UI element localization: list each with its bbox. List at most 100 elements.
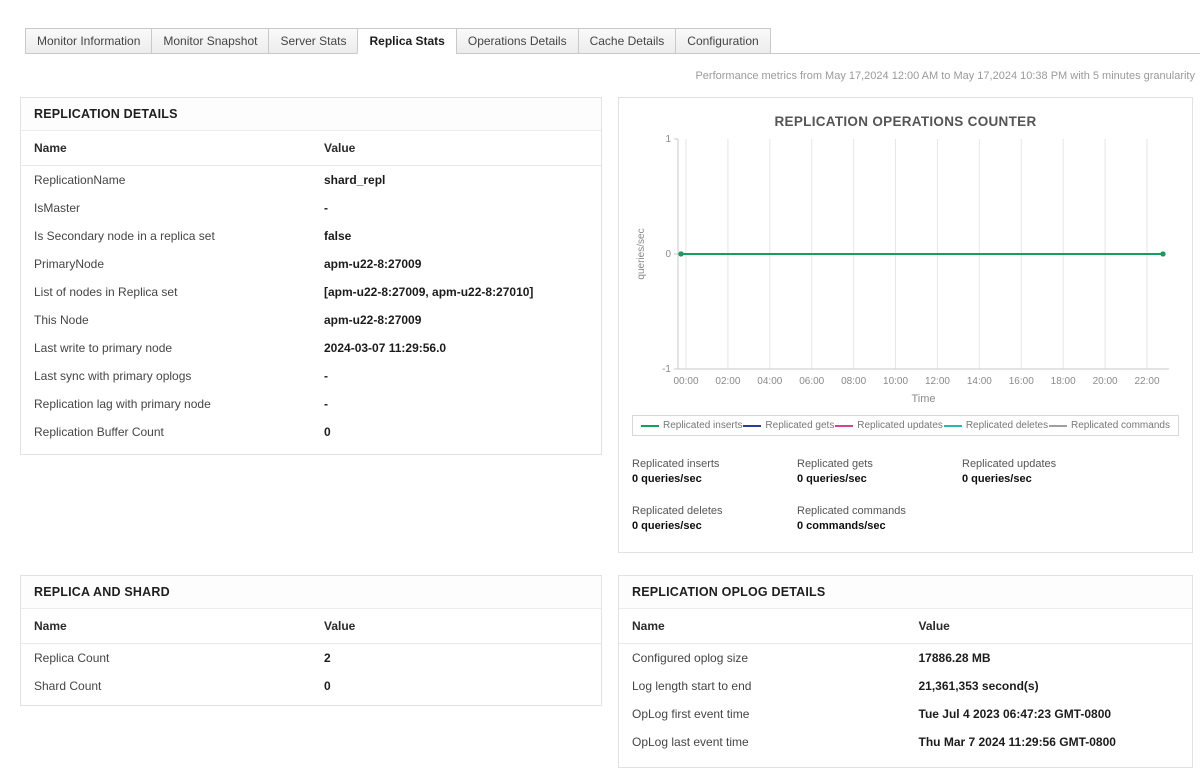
row-name: ReplicationName bbox=[21, 166, 311, 195]
table-row: Last sync with primary oplogs- bbox=[21, 362, 601, 390]
row-name: OpLog last event time bbox=[619, 728, 906, 756]
column-header-value: Value bbox=[311, 609, 601, 644]
table-header-row: Name Value bbox=[21, 131, 601, 166]
row-value: apm-u22-8:27009 bbox=[311, 306, 601, 334]
stat-value: 0 queries/sec bbox=[962, 473, 1178, 485]
replication-operations-counter-panel: REPLICATION OPERATIONS COUNTER 00:00 02:0… bbox=[618, 97, 1193, 553]
stat-label: Replicated inserts bbox=[632, 458, 797, 470]
stat-value: 0 queries/sec bbox=[632, 473, 797, 485]
x-tick-label: 14:00 bbox=[967, 376, 992, 387]
legend-item: Replicated gets bbox=[743, 420, 834, 431]
legend-item: Replicated commands bbox=[1049, 420, 1170, 431]
x-tick-label: 12:00 bbox=[925, 376, 950, 387]
table-row: Replica Count2 bbox=[21, 644, 601, 673]
legend-item: Replicated inserts bbox=[641, 420, 742, 431]
row-name: Replication Buffer Count bbox=[21, 418, 311, 446]
table-row: Is Secondary node in a replica setfalse bbox=[21, 222, 601, 250]
row-name: Configured oplog size bbox=[619, 644, 906, 673]
row-name: Log length start to end bbox=[619, 672, 906, 700]
legend-item: Replicated deletes bbox=[944, 420, 1048, 431]
stat-item: Replicated updates 0 queries/sec bbox=[962, 458, 1178, 485]
panel-title: REPLICATION DETAILS bbox=[21, 98, 601, 131]
table-header-row: Name Value bbox=[619, 609, 1192, 644]
stat-label: Replicated commands bbox=[797, 505, 962, 517]
table-row: Replication lag with primary node- bbox=[21, 390, 601, 418]
row-name: Replication lag with primary node bbox=[21, 390, 311, 418]
x-tick-label: 08:00 bbox=[841, 376, 866, 387]
row-name: Last write to primary node bbox=[21, 334, 311, 362]
stat-label: Replicated deletes bbox=[632, 505, 797, 517]
stat-item: Replicated inserts 0 queries/sec bbox=[632, 458, 797, 485]
stat-value: 0 queries/sec bbox=[632, 520, 797, 532]
replication-oplog-details-panel: REPLICATION OPLOG DETAILS Name Value Con… bbox=[618, 575, 1193, 768]
panel-title: REPLICATION OPLOG DETAILS bbox=[619, 576, 1192, 609]
row-name: List of nodes in Replica set bbox=[21, 278, 311, 306]
legend-label: Replicated gets bbox=[765, 420, 834, 431]
row-value: 17886.28 MB bbox=[906, 644, 1193, 673]
chart-stats: Replicated inserts0 queries/secReplicate… bbox=[632, 458, 1178, 532]
legend-label: Replicated updates bbox=[857, 420, 943, 431]
row-value: 0 bbox=[311, 672, 601, 700]
table-row: ReplicationNameshard_repl bbox=[21, 166, 601, 195]
legend-swatch-icon bbox=[743, 425, 761, 427]
table-row: List of nodes in Replica set[apm-u22-8:2… bbox=[21, 278, 601, 306]
x-tick-label: 10:00 bbox=[883, 376, 908, 387]
row-value: [apm-u22-8:27009, apm-u22-8:27010] bbox=[311, 278, 601, 306]
replication-details-table: Name Value ReplicationNameshard_replIsMa… bbox=[21, 131, 601, 446]
legend-swatch-icon bbox=[1049, 425, 1067, 427]
row-value: Tue Jul 4 2023 06:47:23 GMT-0800 bbox=[906, 700, 1193, 728]
column-header-name: Name bbox=[21, 609, 311, 644]
table-row: Configured oplog size17886.28 MB bbox=[619, 644, 1192, 673]
stat-item: Replicated commands0 commands/sec bbox=[797, 505, 962, 532]
row-name: This Node bbox=[21, 306, 311, 334]
row-value: false bbox=[311, 222, 601, 250]
table-row: Log length start to end21,361,353 second… bbox=[619, 672, 1192, 700]
replication-details-panel: REPLICATION DETAILS Name Value Replicati… bbox=[20, 97, 602, 455]
tab-replica-stats[interactable]: Replica Stats bbox=[357, 28, 456, 54]
legend-label: Replicated inserts bbox=[663, 420, 742, 431]
row-name: Is Secondary node in a replica set bbox=[21, 222, 311, 250]
legend-swatch-icon bbox=[835, 425, 853, 427]
tab-server-stats[interactable]: Server Stats bbox=[268, 28, 358, 54]
stat-label: Replicated gets bbox=[797, 458, 962, 470]
stat-value: 0 queries/sec bbox=[797, 473, 962, 485]
column-header-name: Name bbox=[21, 131, 311, 166]
tab-configuration[interactable]: Configuration bbox=[675, 28, 770, 54]
table-row: Replication Buffer Count0 bbox=[21, 418, 601, 446]
x-tick-label: 22:00 bbox=[1134, 376, 1159, 387]
table-row: PrimaryNodeapm-u22-8:27009 bbox=[21, 250, 601, 278]
tab-cache-details[interactable]: Cache Details bbox=[578, 28, 677, 54]
stat-label: Replicated updates bbox=[962, 458, 1178, 470]
x-tick-label: 06:00 bbox=[799, 376, 824, 387]
series-point bbox=[1161, 252, 1166, 257]
row-value: - bbox=[311, 390, 601, 418]
performance-metrics-note: Performance metrics from May 17,2024 12:… bbox=[695, 70, 1195, 82]
tab-monitor-snapshot[interactable]: Monitor Snapshot bbox=[151, 28, 269, 54]
table-row: IsMaster- bbox=[21, 194, 601, 222]
row-name: Shard Count bbox=[21, 672, 311, 700]
y-tick-label: 0 bbox=[665, 249, 671, 260]
chart-title: REPLICATION OPERATIONS COUNTER bbox=[619, 98, 1192, 129]
table-header-row: Name Value bbox=[21, 609, 601, 644]
column-header-name: Name bbox=[619, 609, 906, 644]
row-name: PrimaryNode bbox=[21, 250, 311, 278]
stat-item: Replicated gets 0 queries/sec bbox=[797, 458, 962, 485]
x-tick-label: 16:00 bbox=[1009, 376, 1034, 387]
y-tick-label: -1 bbox=[662, 364, 671, 375]
y-tick-label: 1 bbox=[665, 134, 671, 145]
legend-swatch-icon bbox=[641, 425, 659, 427]
row-value: 0 bbox=[311, 418, 601, 446]
legend-item: Replicated updates bbox=[835, 420, 943, 431]
x-tick-label: 00:00 bbox=[673, 376, 698, 387]
x-tick-label: 02:00 bbox=[715, 376, 740, 387]
row-value: 21,361,353 second(s) bbox=[906, 672, 1193, 700]
operations-counter-chart: 00:0002:0004:0006:0008:0010:0012:0014:00… bbox=[632, 133, 1179, 413]
row-value: shard_repl bbox=[311, 166, 601, 195]
row-value: - bbox=[311, 194, 601, 222]
tab-operations-details[interactable]: Operations Details bbox=[456, 28, 579, 54]
tab-monitor-information[interactable]: Monitor Information bbox=[25, 28, 152, 54]
legend-swatch-icon bbox=[944, 425, 962, 427]
row-value: 2 bbox=[311, 644, 601, 673]
table-row: OpLog first event timeTue Jul 4 2023 06:… bbox=[619, 700, 1192, 728]
series-point bbox=[679, 252, 684, 257]
